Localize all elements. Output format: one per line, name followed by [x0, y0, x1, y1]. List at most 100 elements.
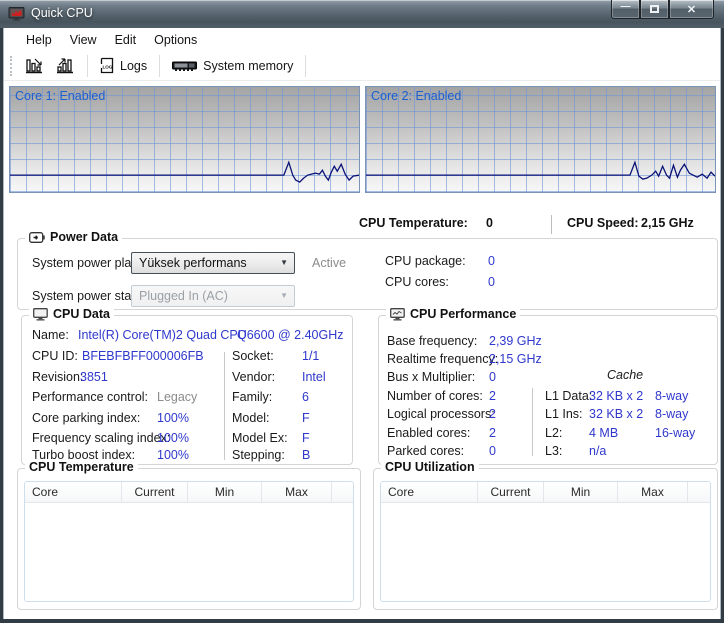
logs-label: Logs — [120, 58, 148, 73]
menu-view[interactable]: View — [61, 30, 106, 50]
socket-value: 1/1 — [302, 349, 320, 363]
turbo-boost-value: 100% — [157, 448, 189, 462]
bar-chart-descending-icon — [26, 58, 42, 74]
window-controls: — ✕ — [611, 0, 714, 19]
l2-size: 4 MB — [589, 426, 619, 440]
l1-ins-size: 32 KB x 2 — [589, 407, 644, 421]
cpu-performance-group: CPU Performance Base frequency: 2,39 GHz… — [378, 307, 718, 465]
cpu-cores-value: 0 — [488, 275, 495, 289]
column-header-blank — [332, 482, 353, 502]
l2-label: L2: — [545, 426, 563, 440]
power-state-dropdown: Plugged In (AC) ▼ — [131, 285, 295, 307]
cpu-name-value-2: Q6600 @ 2.40GHz — [237, 328, 344, 342]
cpu-name-label: Name: — [32, 328, 69, 342]
cpu-data-divider — [224, 352, 225, 460]
frequency-scaling-label: Frequency scaling index: — [32, 431, 171, 445]
client-area: Help View Edit Options LOG Logs System m… — [3, 28, 721, 619]
l1-data-way: 8-way — [655, 389, 689, 403]
column-header-core[interactable]: Core — [381, 482, 478, 502]
toolbar-grip[interactable] — [10, 55, 13, 76]
core-parking-value: 100% — [157, 411, 189, 425]
toolbar-separator — [159, 54, 161, 77]
column-header-blank — [688, 482, 710, 502]
l1-ins-way: 8-way — [655, 407, 689, 421]
cpu-temperature-group: CPU Temperature Core Current Min Max — [17, 460, 361, 610]
cpu-id-value: BFEBFBFF000006FB — [82, 349, 204, 363]
l1-data-size: 32 KB x 2 — [589, 389, 644, 403]
cpu-utilization-group: CPU Utilization Core Current Min Max — [373, 460, 718, 610]
close-button[interactable]: ✕ — [669, 0, 714, 19]
l1-data-label: L1 Data: — [545, 389, 593, 403]
realtime-frequency-label: Realtime frequency: — [387, 352, 499, 366]
power-plan-value: Yüksek performans — [139, 256, 247, 270]
window-title: Quick CPU — [31, 6, 93, 20]
number-of-cores-label: Number of cores: — [387, 389, 483, 403]
l2-way: 16-way — [655, 426, 696, 440]
column-header-min[interactable]: Min — [544, 482, 618, 502]
bus-multiplier-label: Bus x Multiplier: — [387, 370, 476, 384]
app-window: Quick CPU — ✕ Help View Edit Options LOG… — [0, 0, 724, 623]
core1-graph: Core 1: Enabled — [9, 86, 360, 193]
column-header-current[interactable]: Current — [478, 482, 544, 502]
parked-cores-label: Parked cores: — [387, 444, 465, 458]
cpu-temperature-value: 0 — [486, 216, 493, 230]
core2-graph: Core 2: Enabled — [365, 86, 716, 193]
cpu-temperature-table-body — [25, 503, 353, 601]
revision-value: 3851 — [80, 370, 108, 384]
column-header-core[interactable]: Core — [25, 482, 122, 502]
frequency-scaling-value: 100% — [157, 431, 189, 445]
column-header-max[interactable]: Max — [262, 482, 332, 502]
realtime-frequency-value: 2,15 GHz — [489, 352, 542, 366]
minimize-button[interactable]: — — [611, 0, 640, 19]
performance-control-label: Performance control: — [32, 390, 149, 404]
maximize-button[interactable] — [640, 0, 669, 19]
base-frequency-value: 2,39 GHz — [489, 334, 542, 348]
cpu-performance-divider — [532, 388, 533, 456]
menu-edit[interactable]: Edit — [106, 30, 146, 50]
monitor-icon — [33, 307, 48, 320]
chart-descending-button[interactable] — [19, 53, 50, 79]
number-of-cores-value: 2 — [489, 389, 496, 403]
model-ex-label: Model Ex: — [232, 431, 288, 445]
logs-button[interactable]: LOG Logs — [94, 53, 153, 79]
cpu-id-label: CPU ID: — [32, 349, 78, 363]
system-memory-button[interactable]: System memory — [166, 53, 299, 79]
column-header-current[interactable]: Current — [122, 482, 188, 502]
enabled-cores-label: Enabled cores: — [387, 426, 471, 440]
menu-options[interactable]: Options — [145, 30, 206, 50]
cpu-name-value: Intel(R) Core(TM)2 Quad CPU — [78, 328, 247, 342]
cpu-data-header: CPU Data — [29, 307, 114, 321]
cpu-utilization-title: CPU Utilization — [385, 460, 475, 474]
cpu-utilization-table-body — [381, 503, 710, 601]
power-plan-active-status: Active — [312, 256, 347, 270]
titlebar[interactable]: Quick CPU — ✕ — [0, 0, 724, 28]
app-icon — [8, 7, 25, 21]
stepping-label: Stepping: — [232, 448, 285, 462]
cpu-speed-value: 2,15 GHz — [641, 216, 694, 230]
power-plan-label: System power plan: — [32, 256, 142, 270]
menubar: Help View Edit Options — [4, 28, 720, 51]
column-header-max[interactable]: Max — [618, 482, 688, 502]
chart-ascending-button[interactable] — [50, 53, 81, 79]
toolbar: LOG Logs System memory — [4, 51, 720, 81]
performance-monitor-icon — [390, 307, 405, 320]
power-plan-dropdown[interactable]: Yüksek performans ▼ — [131, 252, 295, 274]
l3-size: n/a — [589, 444, 607, 458]
cpu-package-value: 0 — [488, 254, 495, 268]
base-frequency-label: Base frequency: — [387, 334, 478, 348]
column-header-min[interactable]: Min — [188, 482, 262, 502]
cpu-data-title: CPU Data — [53, 307, 110, 321]
cpu-utilization-table: Core Current Min Max — [380, 481, 711, 602]
logical-processors-label: Logical processors: — [387, 407, 495, 421]
core-parking-label: Core parking index: — [32, 411, 141, 425]
power-data-group: Power Data System power plan: Yüksek per… — [17, 230, 718, 310]
cpu-cores-label: CPU cores: — [385, 275, 449, 289]
menu-help[interactable]: Help — [17, 30, 61, 50]
core2-graph-label: Core 2: Enabled — [371, 89, 462, 103]
ram-icon — [172, 61, 198, 71]
toolbar-separator — [305, 54, 307, 77]
cpu-utilization-header: CPU Utilization — [381, 460, 479, 474]
bus-multiplier-value: 0 — [489, 370, 496, 384]
cpu-temperature-title: CPU Temperature — [29, 460, 134, 474]
vendor-value: Intel — [302, 370, 326, 384]
